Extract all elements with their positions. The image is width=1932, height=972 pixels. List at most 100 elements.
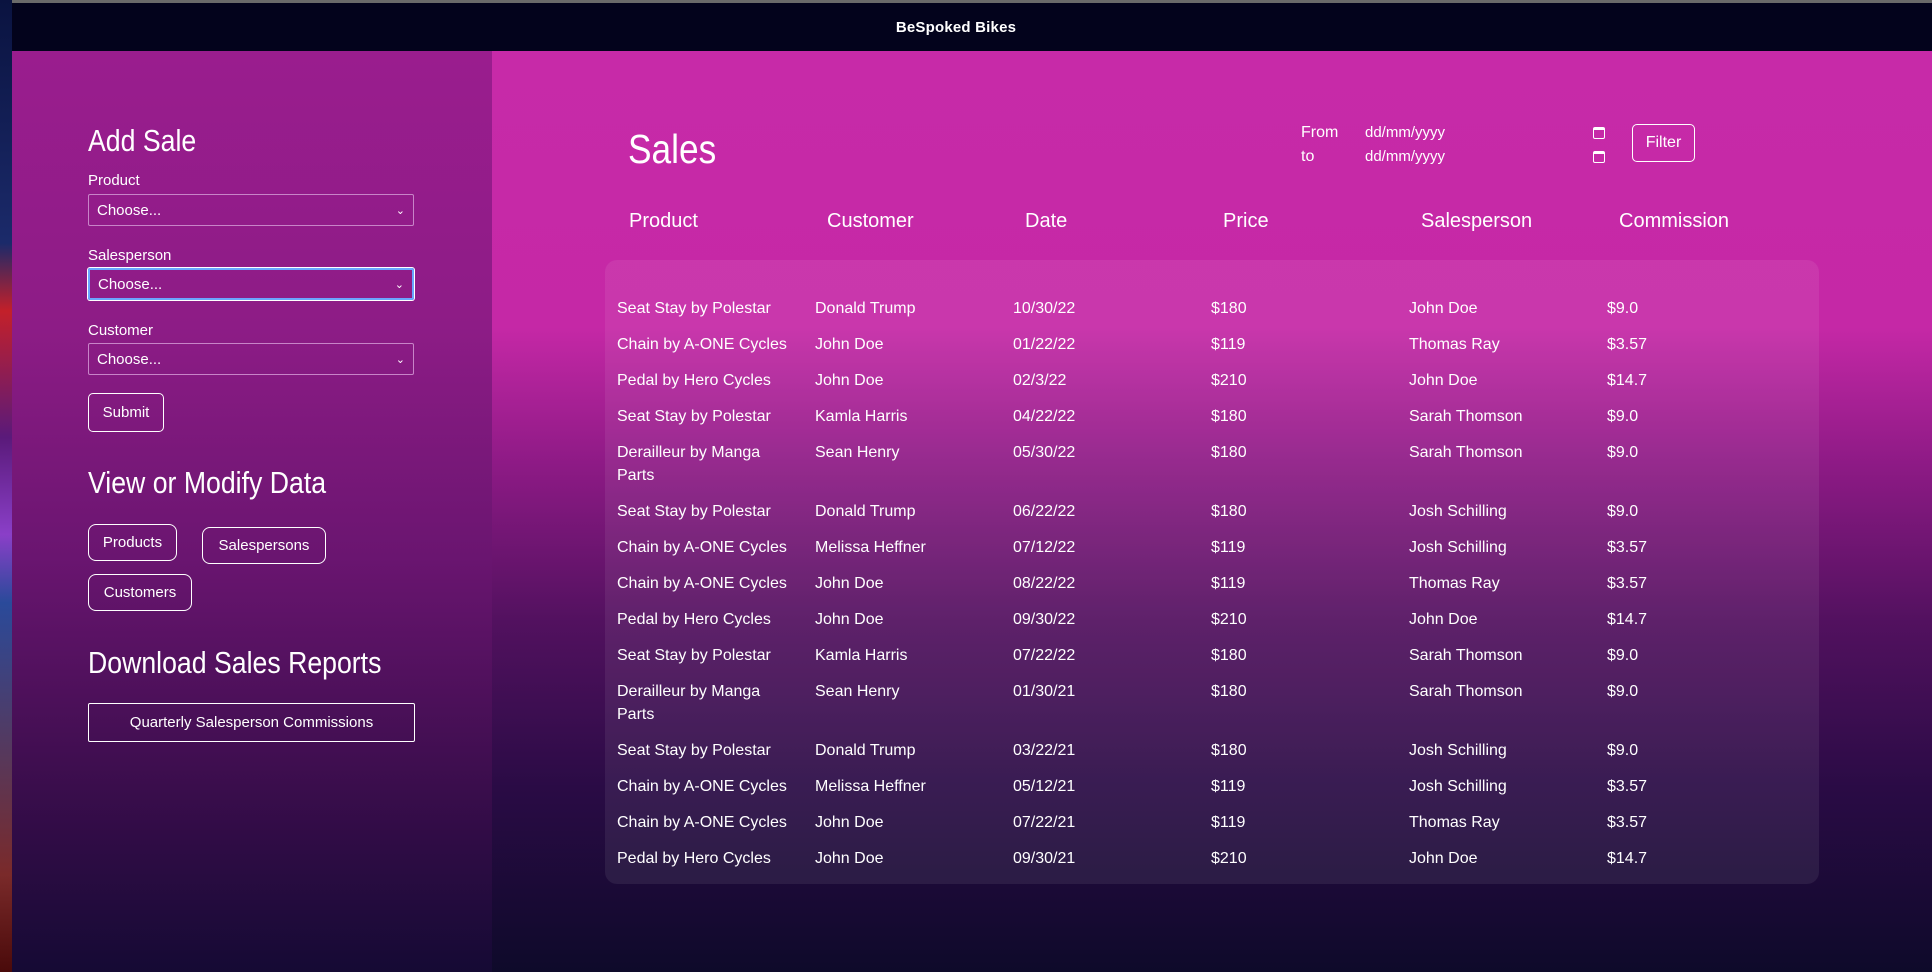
cell-product: Derailleur by Manga Parts [617, 444, 761, 484]
cell-salesperson: John Doe [1409, 850, 1478, 867]
column-header-customer: Customer [827, 210, 914, 232]
cell-customer: John Doe [815, 611, 884, 628]
cell-commission: $14.7 [1607, 372, 1648, 389]
cell-salesperson: John Doe [1409, 611, 1478, 628]
cell-date: 01/22/22 [1013, 336, 1076, 353]
cell-product: Pedal by Hero Cycles [617, 372, 771, 389]
cell-salesperson: Thomas Ray [1409, 814, 1500, 831]
customers-button[interactable]: Customers [88, 574, 192, 611]
cell-customer: Melissa Heffner [815, 539, 926, 556]
cell-commission: $3.57 [1607, 778, 1648, 795]
submit-button[interactable]: Submit [88, 393, 164, 432]
cell-salesperson: Sarah Thomson [1409, 647, 1523, 664]
cell-salesperson: Sarah Thomson [1409, 444, 1523, 461]
cell-salesperson: Josh Schilling [1409, 778, 1507, 795]
cell-salesperson: Sarah Thomson [1409, 408, 1523, 425]
customer-select[interactable]: Choose... ⌄ [88, 343, 414, 375]
cell-commission: $14.7 [1607, 850, 1648, 867]
cell-price: $180 [1211, 408, 1247, 425]
salespersons-button[interactable]: Salespersons [202, 527, 326, 564]
cell-commission: $9.0 [1607, 683, 1639, 700]
cell-commission: $9.0 [1607, 300, 1639, 317]
cell-price: $180 [1211, 742, 1247, 759]
cell-product: Derailleur by Manga Parts [617, 683, 761, 723]
product-select[interactable]: Choose... ⌄ [88, 194, 414, 226]
filter-button[interactable]: Filter [1632, 124, 1695, 162]
cell-customer: Melissa Heffner [815, 778, 926, 795]
cell-customer: Kamla Harris [815, 408, 908, 425]
cell-commission: $3.57 [1607, 336, 1648, 353]
quarterly-commissions-button[interactable]: Quarterly Salesperson Commissions [88, 703, 415, 742]
cell-date: 04/22/22 [1013, 408, 1076, 425]
salesperson-select[interactable]: Choose... ⌄ [88, 268, 414, 300]
cell-commission: $14.7 [1607, 611, 1648, 628]
cell-salesperson: Josh Schilling [1409, 503, 1507, 520]
cell-price: $119 [1211, 539, 1246, 556]
cell-date: 10/30/22 [1013, 300, 1076, 317]
cell-price: $180 [1211, 503, 1247, 520]
cell-date: 06/22/22 [1013, 503, 1076, 520]
cell-date: 03/22/21 [1013, 742, 1076, 759]
download-reports-title: Download Sales Reports [88, 645, 382, 680]
cell-date: 02/3/22 [1013, 372, 1067, 389]
cell-price: $210 [1211, 372, 1247, 389]
cell-salesperson: John Doe [1409, 372, 1478, 389]
cell-salesperson: Josh Schilling [1409, 539, 1507, 556]
cell-date: 05/12/21 [1013, 778, 1076, 795]
from-date-input[interactable]: dd/mm/yyyy [1365, 124, 1605, 141]
column-header-commission: Commission [1619, 210, 1730, 232]
cell-product: Seat Stay by Polestar [617, 647, 771, 664]
product-select-value: Choose... [97, 201, 162, 219]
column-header-salesperson: Salesperson [1421, 210, 1533, 232]
cell-price: $180 [1211, 444, 1247, 461]
cell-price: $210 [1211, 611, 1247, 628]
cell-price: $210 [1211, 850, 1247, 867]
cell-date: 09/30/21 [1013, 850, 1076, 867]
cell-product: Chain by A-ONE Cycles [617, 575, 787, 592]
cell-price: $180 [1211, 647, 1247, 664]
cell-salesperson: Thomas Ray [1409, 336, 1500, 353]
cell-date: 01/30/21 [1013, 683, 1076, 700]
column-header-product: Product [629, 210, 698, 232]
to-date-input[interactable]: dd/mm/yyyy [1365, 148, 1605, 165]
cell-salesperson: Sarah Thomson [1409, 683, 1523, 700]
cell-price: $180 [1211, 300, 1247, 317]
cell-customer: John Doe [815, 336, 884, 353]
calendar-icon[interactable] [1593, 150, 1605, 163]
cell-salesperson: John Doe [1409, 300, 1478, 317]
products-button[interactable]: Products [88, 524, 177, 561]
calendar-icon[interactable] [1593, 126, 1605, 139]
brand-title[interactable]: BeSpoked Bikes [896, 19, 1016, 36]
customer-select-value: Choose... [97, 350, 162, 368]
cell-customer: John Doe [815, 575, 884, 592]
cell-price: $119 [1211, 336, 1246, 353]
cell-product: Seat Stay by Polestar [617, 742, 771, 759]
cell-commission: $9.0 [1607, 408, 1639, 425]
cell-customer: Donald Trump [815, 300, 916, 317]
cell-commission: $9.0 [1607, 647, 1639, 664]
desktop-background-edge [0, 0, 12, 972]
cell-date: 08/22/22 [1013, 575, 1076, 592]
cell-product: Seat Stay by Polestar [617, 300, 771, 317]
cell-customer: Sean Henry [815, 444, 900, 461]
cell-product: Seat Stay by Polestar [617, 503, 771, 520]
sidebar: Add Sale Product Choose... ⌄ Salesperson… [12, 51, 492, 972]
column-header-date: Date [1025, 210, 1068, 232]
cell-date: 09/30/22 [1013, 611, 1076, 628]
cell-price: $119 [1211, 575, 1246, 592]
from-date-placeholder: dd/mm/yyyy [1365, 124, 1446, 141]
cell-customer: Donald Trump [815, 503, 916, 520]
cell-product: Chain by A-ONE Cycles [617, 778, 787, 795]
cell-price: $119 [1211, 814, 1246, 831]
cell-commission: $9.0 [1607, 444, 1639, 461]
cell-customer: Sean Henry [815, 683, 900, 700]
cell-date: 07/22/22 [1013, 647, 1076, 664]
cell-commission: $3.57 [1607, 539, 1648, 556]
cell-commission: $3.57 [1607, 575, 1648, 592]
page-title: Sales [628, 126, 717, 172]
column-header-price: Price [1223, 210, 1269, 232]
to-date-placeholder: dd/mm/yyyy [1365, 148, 1446, 165]
cell-product: Seat Stay by Polestar [617, 408, 771, 425]
cell-date: 07/12/22 [1013, 539, 1076, 556]
salesperson-label: Salesperson [88, 247, 172, 264]
